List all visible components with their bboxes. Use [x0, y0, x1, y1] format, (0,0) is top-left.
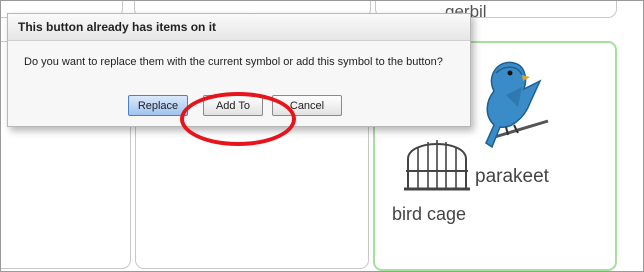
dialog-message: Do you want to replace them with the cur…: [24, 56, 443, 68]
bird-cage-label: bird cage: [392, 204, 467, 224]
add-to-button[interactable]: Add To: [203, 95, 263, 116]
bird-cage-icon: [404, 122, 470, 191]
parakeet-icon: [485, 61, 549, 149]
parakeet-label: parakeet: [475, 166, 549, 187]
cancel-button[interactable]: Cancel: [272, 95, 342, 116]
dialog-title: This button already has items on it: [8, 14, 470, 41]
items-exist-dialog: This button already has items on it Do y…: [7, 13, 471, 127]
replace-button[interactable]: Replace: [128, 95, 188, 116]
